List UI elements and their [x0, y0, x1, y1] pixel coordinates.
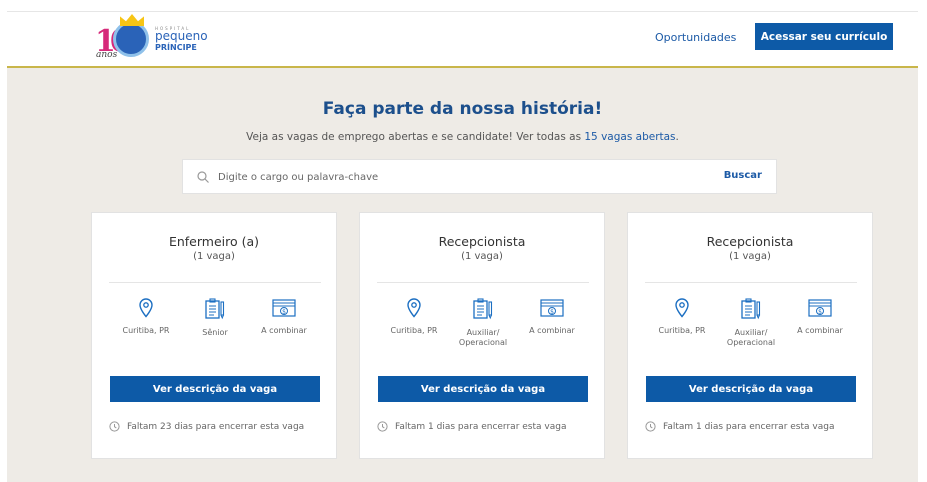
view-job-button[interactable]: Ver descrição da vaga: [646, 376, 856, 402]
job-level: Auxiliar/ Operacional: [711, 298, 791, 348]
job-salary-label: A combinar: [797, 326, 843, 335]
search-bar: Buscar: [182, 159, 777, 194]
job-location: Curitiba, PR: [642, 298, 722, 336]
card-divider: [645, 282, 857, 283]
clock-icon: [645, 421, 656, 432]
clipboard-icon: [205, 298, 225, 320]
nav-oportunidades[interactable]: Oportunidades: [655, 31, 736, 44]
search-input[interactable]: [218, 168, 698, 186]
job-level-label: Auxiliar/ Operacional: [458, 328, 508, 347]
job-deadline: Faltam 1 dias para encerrar esta vaga: [377, 421, 566, 432]
job-count: (1 vaga): [729, 251, 771, 262]
money-icon: $: [808, 299, 832, 317]
job-card: Recepcionista (1 vaga) Curitiba, PR Auxi…: [359, 212, 605, 459]
card-divider: [377, 282, 589, 283]
job-title: Recepcionista: [438, 234, 526, 249]
location-pin-icon: [675, 298, 689, 318]
money-icon: $: [272, 299, 296, 317]
job-salary-label: A combinar: [529, 326, 575, 335]
job-title: Enfermeiro (a): [168, 234, 260, 249]
search-button[interactable]: Buscar: [724, 170, 762, 181]
job-location-label: Curitiba, PR: [122, 326, 170, 335]
mascot-face: [113, 21, 149, 57]
subtitle-suffix: .: [675, 131, 679, 143]
site-header: 10 anos HOSPITAL pequeno PRÍNCIPE Oportu…: [7, 12, 918, 68]
logo-principe: PRÍNCIPE: [155, 43, 197, 52]
page-title: Faça parte da nossa história!: [322, 99, 603, 119]
clipboard-icon: [473, 298, 493, 320]
job-salary: $ A combinar: [780, 298, 860, 336]
view-job-button[interactable]: Ver descrição da vaga: [378, 376, 588, 402]
subtitle-text: Veja as vagas de emprego abertas e se ca…: [246, 131, 585, 143]
job-location-label: Curitiba, PR: [658, 326, 706, 335]
job-deadline-text: Faltam 23 dias para encerrar esta vaga: [127, 421, 305, 432]
job-deadline: Faltam 23 dias para encerrar esta vaga: [109, 421, 304, 432]
crown-icon: [120, 14, 144, 26]
job-salary: $ A combinar: [244, 298, 324, 336]
job-salary-label: A combinar: [261, 326, 307, 335]
job-deadline: Faltam 1 dias para encerrar esta vaga: [645, 421, 834, 432]
job-count: (1 vaga): [461, 251, 503, 262]
job-level-label: Auxiliar/ Operacional: [726, 328, 776, 347]
svg-text:$: $: [282, 309, 286, 316]
job-level: Sênior: [175, 298, 255, 338]
job-location: Curitiba, PR: [106, 298, 186, 336]
access-resume-button[interactable]: Acessar seu currículo: [755, 23, 893, 50]
all-vacancies-link[interactable]: 15 vagas abertas: [584, 131, 675, 143]
svg-text:$: $: [550, 309, 554, 316]
logo-pequeno: pequeno: [155, 29, 208, 43]
job-level-label: Sênior: [202, 328, 228, 337]
job-level: Auxiliar/ Operacional: [443, 298, 523, 348]
view-job-button[interactable]: Ver descrição da vaga: [110, 376, 320, 402]
location-pin-icon: [139, 298, 153, 318]
job-salary: $ A combinar: [512, 298, 592, 336]
main-content: Faça parte da nossa história! Veja as va…: [7, 68, 918, 482]
job-location: Curitiba, PR: [374, 298, 454, 336]
job-card: Enfermeiro (a) (1 vaga) Curitiba, PR Sên…: [91, 212, 337, 459]
job-deadline-text: Faltam 1 dias para encerrar esta vaga: [395, 421, 567, 432]
svg-text:$: $: [818, 309, 822, 316]
search-icon: [197, 171, 209, 183]
money-icon: $: [540, 299, 564, 317]
clock-icon: [377, 421, 388, 432]
job-card: Recepcionista (1 vaga) Curitiba, PR Auxi…: [627, 212, 873, 459]
hospital-logo[interactable]: 10 anos HOSPITAL pequeno PRÍNCIPE: [95, 14, 235, 66]
job-location-label: Curitiba, PR: [390, 326, 438, 335]
logo-anos: anos: [96, 50, 118, 60]
job-deadline-text: Faltam 1 dias para encerrar esta vaga: [663, 421, 835, 432]
page-subtitle: Veja as vagas de emprego abertas e se ca…: [7, 131, 918, 143]
card-divider: [109, 282, 321, 283]
job-title: Recepcionista: [706, 234, 794, 249]
job-count: (1 vaga): [193, 251, 235, 262]
clipboard-icon: [741, 298, 761, 320]
clock-icon: [109, 421, 120, 432]
location-pin-icon: [407, 298, 421, 318]
